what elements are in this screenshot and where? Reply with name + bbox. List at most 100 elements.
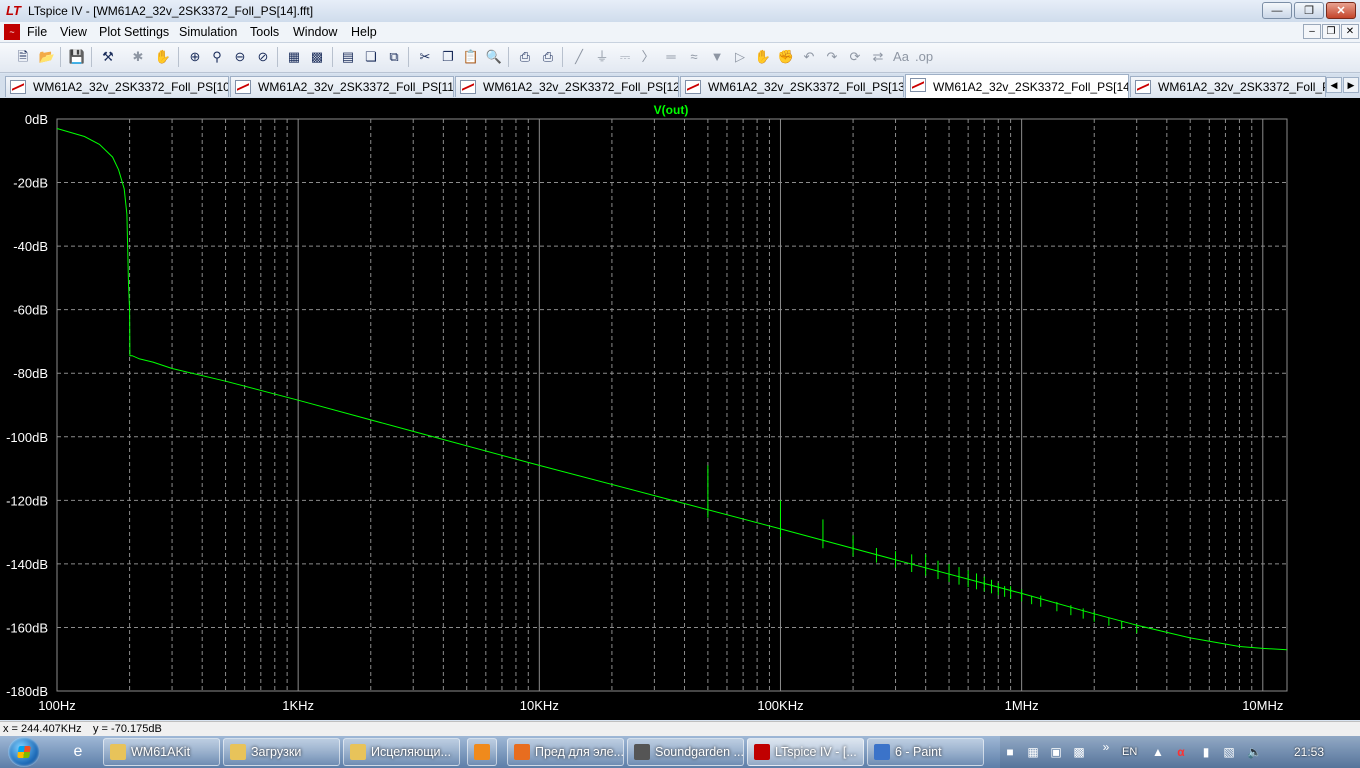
pan-icon[interactable]: ✋	[154, 48, 172, 66]
new-schematic-icon[interactable]: 🗎	[14, 48, 32, 66]
waveform-plot-pane[interactable]: 100Hz 1KHz 10KHz 100KHz 1MHz 10MHz 0dB -20dB -40…	[0, 98, 1360, 720]
clock[interactable]: 21:53	[1294, 736, 1324, 768]
x-tick-label[interactable]: 1MHz	[1005, 698, 1039, 713]
redo-icon[interactable]: ↷	[823, 48, 841, 66]
x-tick-label[interactable]: 10MHz	[1242, 698, 1283, 713]
zoom-area-icon[interactable]: ⚲	[208, 48, 226, 66]
tab-fft-10[interactable]: WM61A2_32v_2SK3372_Foll_PS[10].fft	[5, 76, 229, 97]
x-tick-label[interactable]: 100KHz	[757, 698, 803, 713]
cut-icon[interactable]: ✂	[416, 48, 434, 66]
menu-plot-settings[interactable]: Plot Settings	[99, 25, 169, 39]
find-icon[interactable]: 🔍	[485, 48, 503, 66]
mirror-icon[interactable]: ⇄	[869, 48, 887, 66]
run-icon[interactable]: ✱	[129, 48, 147, 66]
menu-view[interactable]: View	[60, 25, 87, 39]
y-tick-label[interactable]: -20dB	[13, 176, 48, 191]
diode-icon[interactable]: ▼	[708, 48, 726, 66]
language-indicator[interactable]: EN	[1122, 736, 1137, 768]
zoom-out-icon[interactable]: ⊖	[231, 48, 249, 66]
tab-fft-11[interactable]: WM61A2_32v_2SK3372_Foll_PS[11].fft	[230, 76, 454, 97]
print-preview-icon[interactable]: ⎙	[516, 48, 534, 66]
doc-minimize-icon[interactable]: –	[1303, 24, 1321, 39]
explorer-tray-icon[interactable]: ▦	[1026, 745, 1040, 759]
copy-icon[interactable]: ❐	[439, 48, 457, 66]
taskbar-item[interactable]: Загрузки	[223, 738, 340, 766]
save-icon[interactable]: 💾	[68, 48, 86, 66]
fit-plot-icon[interactable]: ▩	[308, 48, 326, 66]
doc-restore-icon[interactable]: ❐	[1322, 24, 1340, 39]
move-icon[interactable]: ✋	[754, 48, 772, 66]
minimize-icon[interactable]: —	[1262, 2, 1292, 19]
alpha-app-icon[interactable]: α	[1174, 745, 1188, 759]
taskbar-item[interactable]	[467, 738, 497, 766]
taskbar-item[interactable]: Исцеляющи...	[343, 738, 460, 766]
drag-icon[interactable]: ✊	[777, 48, 795, 66]
doc-close-icon[interactable]: ✕	[1341, 24, 1359, 39]
paste-icon[interactable]: 📋	[462, 48, 480, 66]
open-icon[interactable]: 📂	[38, 48, 56, 66]
autorange-icon[interactable]: ▦	[285, 48, 303, 66]
show-more-chevron-icon[interactable]: »	[1099, 740, 1113, 754]
rotate-icon[interactable]: ⟳	[846, 48, 864, 66]
start-button[interactable]	[8, 737, 40, 767]
cascade-icon[interactable]: ❏	[362, 48, 380, 66]
internet-explorer-icon[interactable]: e	[68, 742, 88, 762]
trace-name-vout[interactable]: V(out)	[654, 103, 689, 117]
taskbar-item[interactable]: LTspice IV - [...	[747, 738, 864, 766]
menu-help[interactable]: Help	[351, 25, 377, 39]
ground-icon[interactable]: ⏚	[593, 48, 611, 66]
y-tick-label[interactable]: -80dB	[13, 366, 48, 381]
label-net-icon[interactable]: ⎓	[616, 48, 634, 66]
tab-fft-15[interactable]: WM61A2_32v_2SK3372_Foll_PS[15].fft	[1130, 76, 1326, 97]
battery-icon[interactable]: ▮	[1199, 745, 1213, 759]
y-tick-label[interactable]: -160dB	[6, 620, 48, 635]
document-system-menu-icon[interactable]: ~	[4, 24, 20, 40]
y-tick-label[interactable]: -60dB	[13, 303, 48, 318]
menu-window[interactable]: Window	[293, 25, 337, 39]
taskbar-item[interactable]: Пред для эле...	[507, 738, 624, 766]
spice-directive-icon[interactable]: .op	[915, 48, 933, 66]
monitor-tray-icon[interactable]: ▣	[1049, 745, 1063, 759]
resistor-icon[interactable]: 〉	[639, 48, 657, 66]
tile-vertical-icon[interactable]: ⧉	[385, 48, 403, 66]
x-tick-label[interactable]: 100Hz	[38, 698, 76, 713]
network-icon[interactable]: ▧	[1222, 745, 1236, 759]
zoom-cancel-icon[interactable]: ⊘	[254, 48, 272, 66]
ltspice-app-icon[interactable]: LT	[6, 3, 22, 19]
tab-fft-14[interactable]: WM61A2_32v_2SK3372_Foll_PS[14].fft	[905, 74, 1129, 98]
taskbar-item[interactable]: WM61AKit	[103, 738, 220, 766]
volume-icon[interactable]: 🔈	[1247, 745, 1262, 759]
y-tick-label[interactable]: -140dB	[6, 557, 48, 572]
inductor-icon[interactable]: ≈	[685, 48, 703, 66]
y-tick-label[interactable]: 0dB	[25, 112, 48, 127]
x-tick-label[interactable]: 1KHz	[282, 698, 314, 713]
trace-vout[interactable]	[56, 128, 1288, 651]
y-tick-label[interactable]: -40dB	[13, 239, 48, 254]
network-share-tray-icon[interactable]: ▩	[1072, 745, 1086, 759]
x-tick-label[interactable]: 10KHz	[520, 698, 559, 713]
maximize-icon[interactable]: ❐	[1294, 2, 1324, 19]
menu-simulation[interactable]: Simulation	[179, 25, 237, 39]
y-tick-label[interactable]: -120dB	[6, 493, 48, 508]
folder-tray-icon[interactable]: ■	[1003, 745, 1017, 759]
wire-icon[interactable]: ╱	[570, 48, 588, 66]
control-panel-icon[interactable]: ⚒	[99, 48, 117, 66]
close-icon[interactable]: ✕	[1326, 2, 1356, 19]
show-hidden-icons-icon[interactable]: ▲	[1151, 745, 1165, 759]
undo-icon[interactable]: ↶	[800, 48, 818, 66]
tab-scroll-left-icon[interactable]: ◀	[1326, 77, 1342, 93]
menu-tools[interactable]: Tools	[250, 25, 279, 39]
fft-plot[interactable]: 100Hz 1KHz 10KHz 100KHz 1MHz 10MHz 0dB -20dB -40…	[0, 98, 1360, 720]
tab-scroll-right-icon[interactable]: ▶	[1343, 77, 1359, 93]
capacitor-icon[interactable]: ═	[662, 48, 680, 66]
menu-file[interactable]: File	[27, 25, 47, 39]
y-tick-label[interactable]: -100dB	[6, 430, 48, 445]
y-tick-label[interactable]: -180dB	[6, 684, 48, 699]
tab-fft-12[interactable]: WM61A2_32v_2SK3372_Foll_PS[12].fft	[455, 76, 679, 97]
taskbar-item[interactable]: Soundgarden ...	[627, 738, 744, 766]
tab-fft-13[interactable]: WM61A2_32v_2SK3372_Foll_PS[13].fft	[680, 76, 904, 97]
zoom-in-icon[interactable]: ⊕	[186, 48, 204, 66]
tile-horizontal-icon[interactable]: ▤	[339, 48, 357, 66]
print-icon[interactable]: ⎙	[539, 48, 557, 66]
taskbar-item[interactable]: 6 - Paint	[867, 738, 984, 766]
